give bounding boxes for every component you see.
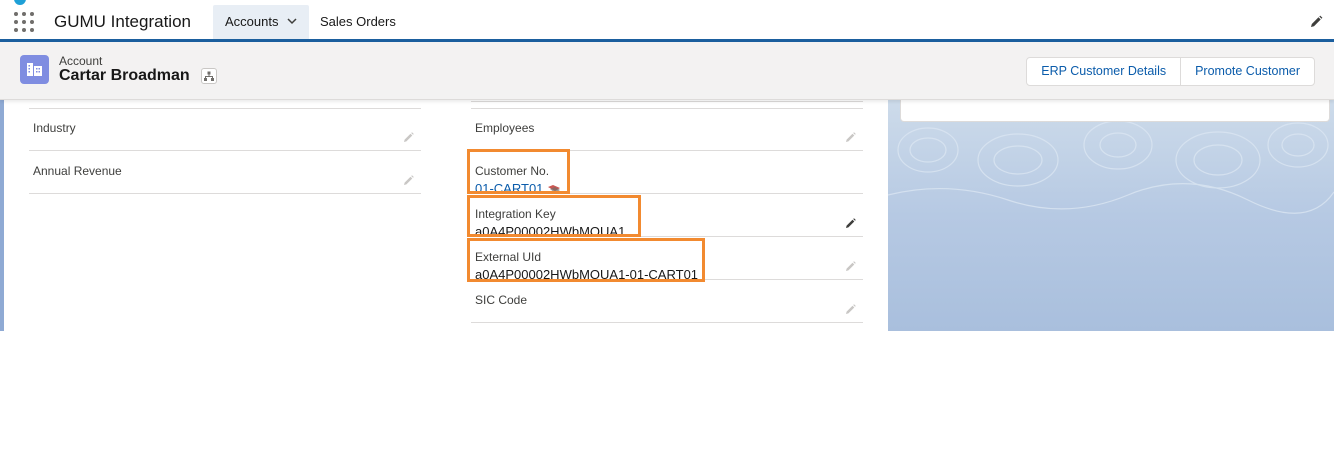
highlight-customer-no [467,149,570,194]
object-label: Account [59,54,103,68]
field-label: Industry [33,121,76,135]
field-label: Annual Revenue [33,164,122,178]
field-label: Employees [475,121,535,135]
record-name: Cartar Broadman [59,67,190,84]
tab-accounts[interactable]: Accounts [213,5,309,39]
top-navigation: GUMU Integration Accounts Sales Orders [0,0,1334,42]
app-launcher-icon[interactable] [14,12,34,32]
header-action-buttons: ERP Customer Details Promote Customer [1026,57,1315,86]
field-employees: Employees [471,108,863,151]
promote-customer-button[interactable]: Promote Customer [1180,58,1314,85]
pencil-icon[interactable] [403,174,415,186]
pencil-icon[interactable] [845,131,857,143]
field-sic-code: SIC Code [471,280,863,323]
edit-nav-pencil-icon[interactable] [1308,14,1324,30]
app-name: GUMU Integration [54,12,191,31]
field-label: SIC Code [475,293,528,307]
pencil-icon[interactable] [845,217,857,229]
highlight-external-uid [467,238,705,282]
account-icon [20,55,49,84]
pencil-icon[interactable] [845,260,857,272]
tab-accounts-label: Accounts [225,14,279,29]
pencil-icon[interactable] [845,303,857,315]
pencil-icon[interactable] [403,131,415,143]
tab-sales-orders[interactable]: Sales Orders [320,5,396,39]
hierarchy-icon[interactable] [201,68,217,84]
record-header: Account Cartar Broadman ERP Customer Det… [0,42,1334,100]
salesforce-cloud-icon [14,0,26,5]
background-pattern [888,100,1334,331]
field-annual-revenue: Annual Revenue [29,151,421,194]
divider [471,101,863,102]
highlight-integration-key [467,195,641,237]
erp-customer-details-button[interactable]: ERP Customer Details [1027,58,1180,85]
field-industry: Industry [29,108,421,151]
side-card [900,100,1330,122]
